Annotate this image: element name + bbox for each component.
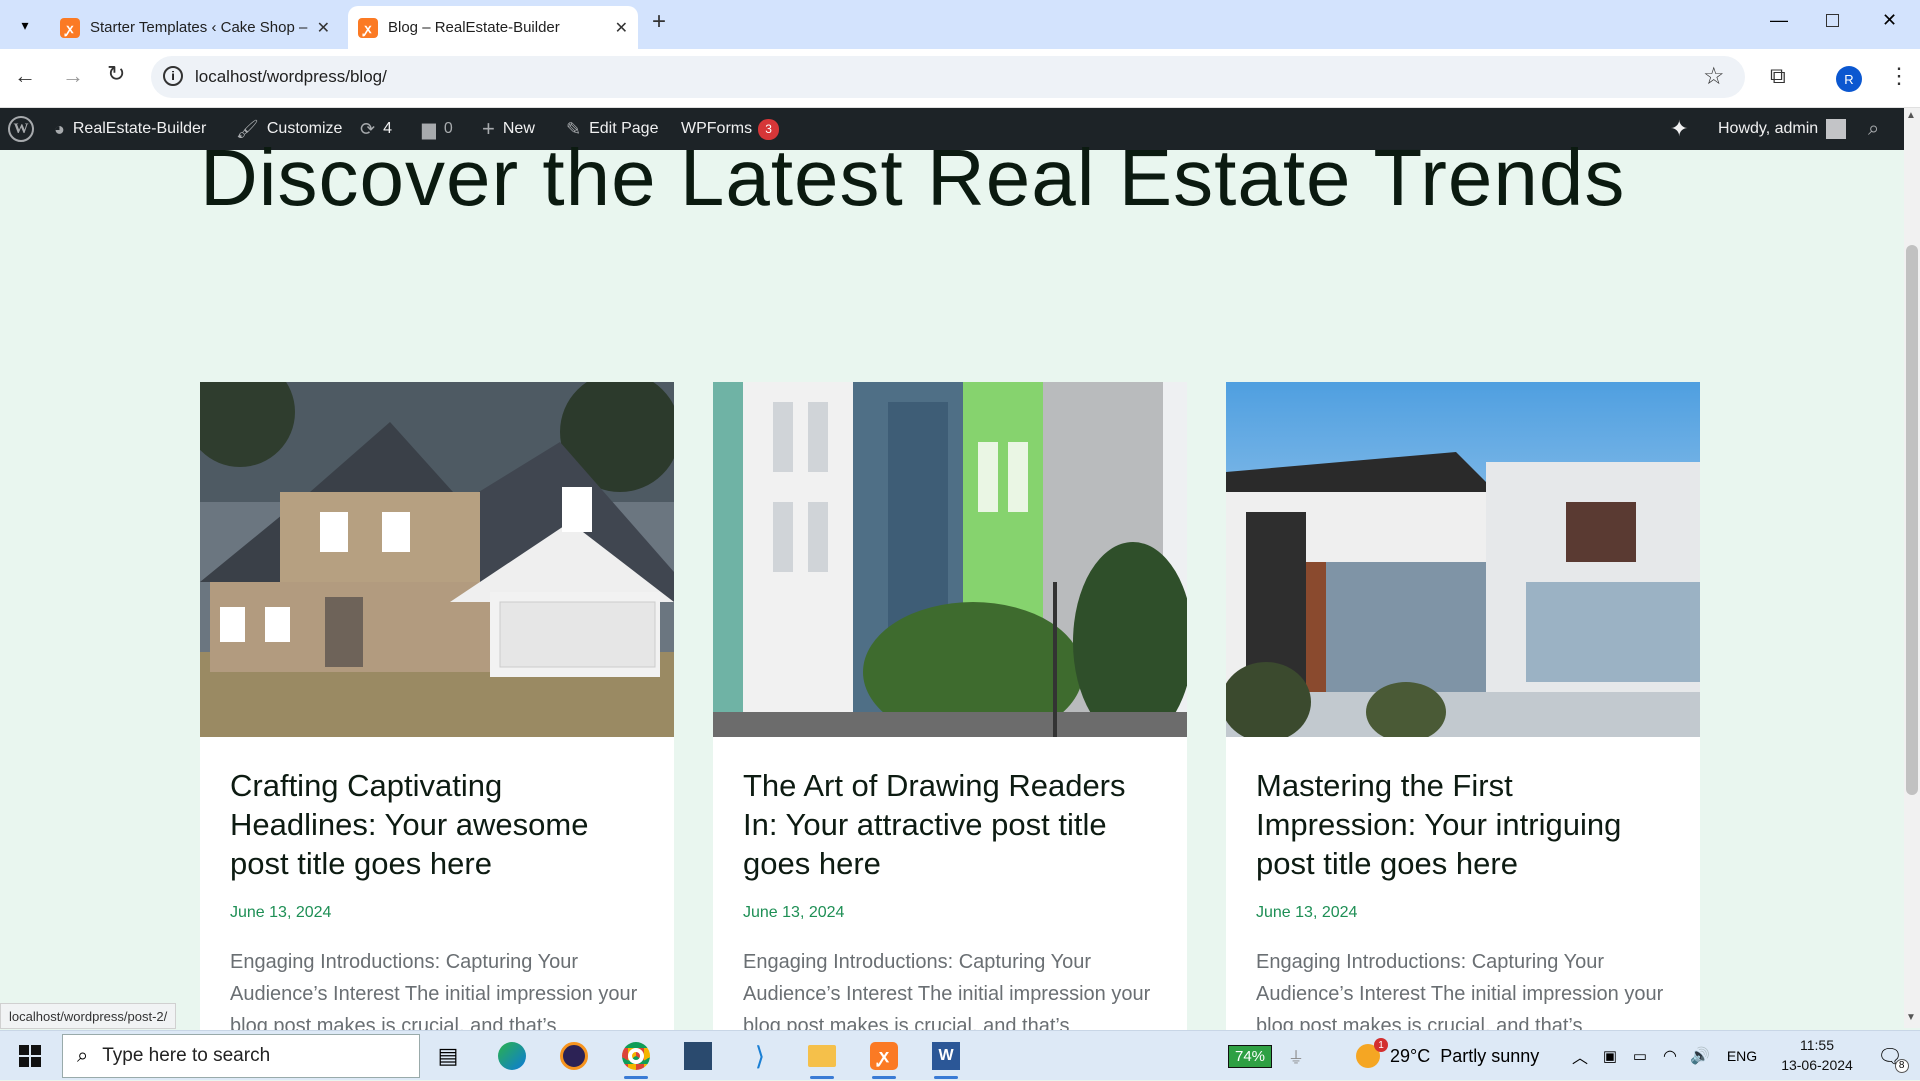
post-excerpt: Engaging Introductions: Capturing Your A… — [1256, 951, 1664, 1037]
user-avatar-icon — [1826, 119, 1847, 139]
wordpress-logo-icon[interactable]: W — [8, 108, 34, 150]
taskbar-search-input[interactable]: Type here to search — [102, 1045, 270, 1067]
search-icon: ⌕ — [77, 1044, 89, 1067]
post-title[interactable]: Crafting Captivating Headlines: Your awe… — [230, 766, 650, 883]
post-title[interactable]: Mastering the First Impression: Your int… — [1256, 766, 1676, 883]
clock[interactable]: 11:55 13-06-2024 — [1772, 1035, 1862, 1075]
close-icon[interactable]: ✕ — [615, 18, 628, 38]
windows-logo-icon — [19, 1045, 41, 1067]
weather-widget[interactable]: 1 29°C Partly sunny — [1356, 1031, 1556, 1081]
word-icon[interactable]: W — [924, 1031, 968, 1081]
extensions-icon[interactable]: ⧉ — [1770, 63, 1786, 89]
reload-button[interactable]: ↻ — [107, 61, 125, 87]
search-icon[interactable]: ⌕ — [1868, 108, 1879, 150]
link-status-bubble: localhost/wordpress/post-2/ — [0, 1003, 177, 1029]
chevron-down-icon: ▾ — [21, 16, 29, 33]
restore-button[interactable] — [1826, 14, 1839, 27]
post-image-modern-house[interactable] — [1226, 382, 1700, 737]
ai-sparkle-icon[interactable]: ✦ — [1670, 108, 1688, 150]
edge-icon[interactable] — [490, 1031, 534, 1081]
back-button[interactable]: ← — [14, 63, 36, 89]
forward-button[interactable]: → — [62, 63, 84, 89]
scrollbar-thumb[interactable] — [1906, 245, 1918, 795]
address-bar[interactable]: i localhost/wordpress/blog/ ☆ — [151, 56, 1745, 98]
eclipse-icon[interactable] — [552, 1031, 596, 1081]
close-icon[interactable]: ✕ — [317, 18, 330, 38]
post-card[interactable]: Crafting Captivating Headlines: Your awe… — [200, 382, 674, 1042]
vscode-icon[interactable]: ⟩ — [738, 1031, 782, 1081]
post-date[interactable]: June 13, 2024 — [743, 904, 844, 922]
clock-date: 13-06-2024 — [1781, 1057, 1853, 1073]
post-card[interactable]: Mastering the First Impression: Your int… — [1226, 382, 1700, 1042]
xampp-icon: ꭙ — [358, 17, 378, 38]
tab-blog[interactable]: ꭙ Blog – RealEstate-Builder ✕ — [348, 6, 638, 49]
scroll-up-arrow[interactable]: ▲ — [1906, 110, 1916, 121]
minimize-button[interactable]: — — [1770, 10, 1788, 31]
scroll-down-arrow[interactable]: ▼ — [1906, 1012, 1916, 1023]
language-indicator[interactable]: ENG — [1722, 1031, 1762, 1081]
tab-starter-templates[interactable]: ꭙ Starter Templates ‹ Cake Shop – ✕ — [50, 6, 340, 49]
post-image-house[interactable] — [200, 382, 674, 737]
page-heading: Discover the Latest Real Estate Trends — [200, 133, 1626, 222]
file-explorer-icon[interactable] — [800, 1031, 844, 1081]
windows-taskbar: ⌕ Type here to search ▤ ⟩ ꭙ W 74% ⏚ 1 29… — [0, 1030, 1920, 1080]
start-button[interactable] — [10, 1031, 50, 1081]
post-image-townhouses[interactable] — [713, 382, 1187, 737]
plug-icon: ⏚ — [1287, 1050, 1304, 1067]
post-title[interactable]: The Art of Drawing Readers In: Your attr… — [743, 766, 1163, 883]
app-icon[interactable] — [676, 1031, 720, 1081]
wifi-icon[interactable]: ◠ — [1658, 1031, 1682, 1081]
browser-toolbar: ← → ↻ i localhost/wordpress/blog/ ☆ ⧉ R … — [0, 49, 1920, 108]
tab-title: Blog – RealEstate-Builder — [388, 19, 560, 36]
taskbar-search[interactable]: ⌕ Type here to search — [62, 1034, 420, 1078]
xampp-icon: ꭙ — [60, 17, 80, 38]
bookmark-star-icon[interactable]: ☆ — [1703, 62, 1725, 91]
battery-indicator[interactable]: 74% — [1220, 1031, 1280, 1081]
tab-title: Starter Templates ‹ Cake Shop – — [90, 19, 308, 36]
weather-sun-icon: 1 — [1356, 1038, 1388, 1068]
post-excerpt: Engaging Introductions: Capturing Your A… — [743, 951, 1151, 1037]
notification-center-icon[interactable]: 🗨 8 — [1870, 1031, 1910, 1081]
xampp-icon[interactable]: ꭙ — [862, 1031, 906, 1081]
avatar[interactable]: R — [1836, 66, 1862, 92]
chrome-icon[interactable] — [614, 1031, 658, 1081]
task-view-icon[interactable]: ▤ — [426, 1031, 470, 1081]
new-tab-button[interactable]: + — [652, 8, 666, 36]
dashboard-icon: ◕ — [54, 118, 65, 139]
close-window-button[interactable]: ✕ — [1882, 10, 1897, 31]
account-menu[interactable]: Howdy, admin — [1718, 108, 1847, 150]
meet-now-icon[interactable]: ▣ — [1598, 1031, 1622, 1081]
clock-time: 11:55 — [1800, 1037, 1834, 1053]
site-info-icon[interactable]: i — [163, 66, 183, 86]
weather-badge: 1 — [1374, 1038, 1388, 1052]
notification-badge: 8 — [1894, 1058, 1909, 1073]
volume-icon[interactable]: 🔊 — [1688, 1031, 1712, 1081]
tab-search-button[interactable]: ▾ — [10, 10, 40, 40]
post-excerpt: Engaging Introductions: Capturing Your A… — [230, 951, 638, 1037]
post-date[interactable]: June 13, 2024 — [230, 904, 331, 922]
show-hidden-icons[interactable]: ︿ — [1568, 1031, 1592, 1081]
url-text[interactable]: localhost/wordpress/blog/ — [195, 67, 387, 87]
menu-icon[interactable]: ⋮ — [1888, 63, 1910, 89]
post-card[interactable]: The Art of Drawing Readers In: Your attr… — [713, 382, 1187, 1042]
post-date[interactable]: June 13, 2024 — [1256, 904, 1357, 922]
battery-icon[interactable]: ▭ — [1628, 1031, 1652, 1081]
site-name-link[interactable]: ◕ RealEstate-Builder — [54, 108, 206, 150]
tab-strip: ▾ ꭙ Starter Templates ‹ Cake Shop – ✕ ꭙ … — [0, 0, 1920, 49]
